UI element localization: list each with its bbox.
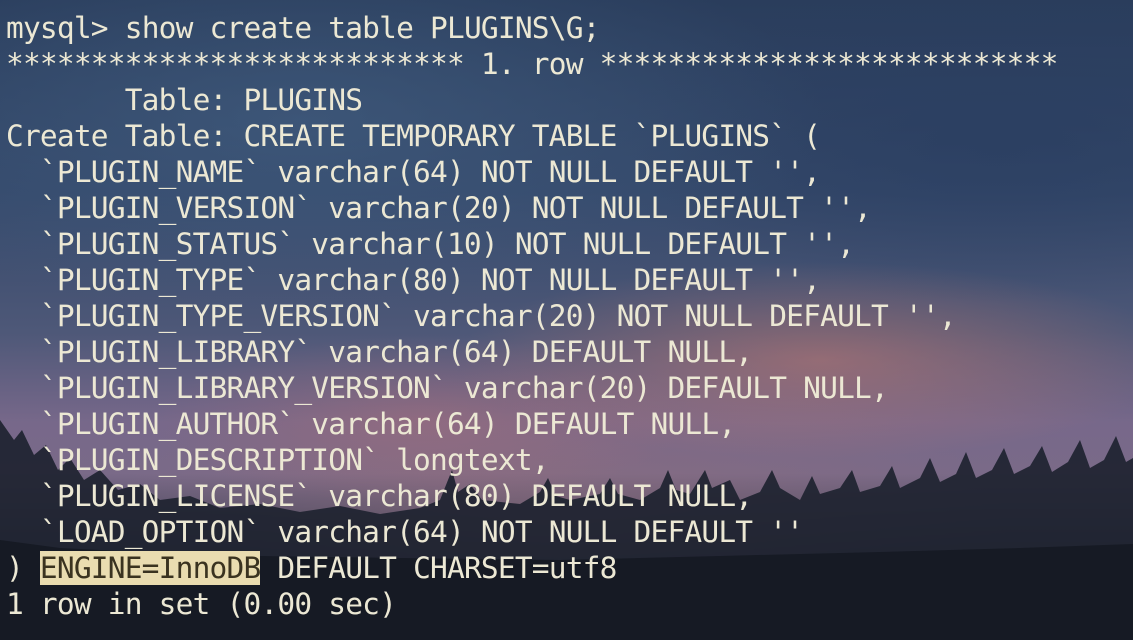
column-definition: `PLUGIN_VERSION` varchar(20) NOT NULL DE… bbox=[6, 191, 872, 225]
table-label: Table: bbox=[6, 83, 244, 117]
column-definition: `PLUGIN_DESCRIPTION` longtext, bbox=[6, 443, 550, 477]
column-definition: `PLUGIN_TYPE_VERSION` varchar(20) NOT NU… bbox=[6, 299, 957, 333]
row-header: *************************** 1. row *****… bbox=[6, 47, 1058, 81]
column-definition: `PLUGIN_AUTHOR` varchar(64) DEFAULT NULL… bbox=[6, 407, 736, 441]
closing-paren: ) bbox=[6, 551, 40, 585]
column-definition: `LOAD_OPTION` varchar(64) NOT NULL DEFAU… bbox=[6, 515, 804, 549]
create-statement: CREATE TEMPORARY TABLE `PLUGINS` ( bbox=[243, 119, 821, 153]
table-name-line: Table: PLUGINS bbox=[6, 82, 1058, 118]
terminal-output[interactable]: mysql> show create table PLUGINS\G; *****… bbox=[6, 10, 1058, 622]
command-text: show create table PLUGINS\G; bbox=[124, 11, 601, 45]
mysql-prompt: mysql> bbox=[6, 11, 125, 45]
column-definition: `PLUGIN_TYPE` varchar(80) NOT NULL DEFAU… bbox=[6, 263, 821, 297]
command-line: mysql> show create table PLUGINS\G; bbox=[6, 10, 1058, 46]
column-definition: `PLUGIN_STATUS` varchar(10) NOT NULL DEF… bbox=[6, 227, 855, 261]
selected-text-engine[interactable]: ENGINE=InnoDB bbox=[39, 551, 261, 585]
create-table-line: Create Table: CREATE TEMPORARY TABLE `PL… bbox=[6, 118, 1058, 154]
create-table-label: Create Table: bbox=[6, 119, 244, 153]
column-definition: `PLUGIN_LICENSE` varchar(80) DEFAULT NUL… bbox=[6, 479, 753, 513]
table-name: PLUGINS bbox=[243, 83, 363, 117]
result-summary: 1 row in set (0.00 sec) bbox=[6, 587, 397, 621]
column-definition: `PLUGIN_NAME` varchar(64) NOT NULL DEFAU… bbox=[6, 155, 821, 189]
column-definition: `PLUGIN_LIBRARY` varchar(64) DEFAULT NUL… bbox=[6, 335, 753, 369]
charset-text: DEFAULT CHARSET=utf8 bbox=[260, 551, 617, 585]
engine-line: ) ENGINE=InnoDB DEFAULT CHARSET=utf8 bbox=[6, 550, 1058, 586]
column-definition: `PLUGIN_LIBRARY_VERSION` varchar(20) DEF… bbox=[6, 371, 889, 405]
